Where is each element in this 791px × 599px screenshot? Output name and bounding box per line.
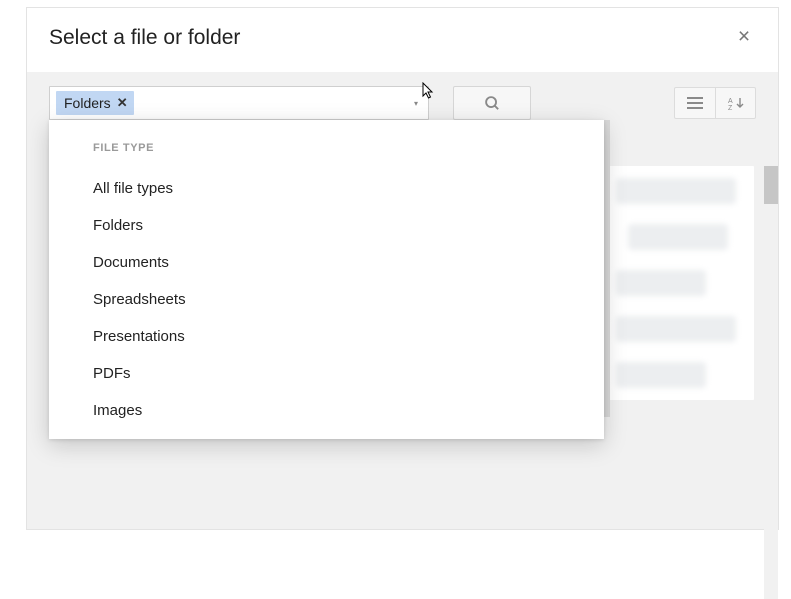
filter-chip-remove-icon[interactable]: ✕	[117, 95, 128, 111]
file-type-option[interactable]: Documents	[93, 244, 604, 281]
file-type-option[interactable]: All file types	[93, 170, 604, 207]
svg-text:Z: Z	[728, 105, 733, 110]
placeholder-line	[616, 316, 736, 342]
modal-header: Select a file or folder ×	[27, 8, 778, 72]
results-preview	[606, 166, 754, 400]
placeholder-line	[616, 178, 736, 204]
sort-az-icon: A Z	[727, 96, 745, 110]
sort-button[interactable]: A Z	[715, 88, 755, 118]
file-type-option[interactable]: Folders	[93, 207, 604, 244]
file-type-dropdown: FILE TYPE All file types Folders Documen…	[49, 120, 604, 439]
file-type-option[interactable]: Images	[93, 392, 604, 429]
toolbar-row: Folders ✕ ▾	[49, 86, 756, 120]
placeholder-line	[616, 270, 706, 296]
dropdown-edge-shadow	[604, 120, 610, 417]
file-type-option[interactable]: Spreadsheets	[93, 281, 604, 318]
svg-text:A: A	[728, 98, 733, 105]
search-icon	[484, 95, 501, 112]
filter-chip-label: Folders	[64, 95, 111, 111]
file-type-section: FILE TYPE All file types Folders Documen…	[49, 142, 604, 429]
scrollbar-thumb[interactable]	[764, 166, 778, 204]
file-type-option[interactable]: PDFs	[93, 355, 604, 392]
list-view-icon	[687, 97, 703, 109]
scrollbar-track[interactable]	[764, 166, 778, 599]
toolbar: Folders ✕ ▾	[27, 72, 778, 166]
close-button[interactable]: ×	[732, 26, 756, 50]
file-picker-modal: Select a file or folder × Folders ✕ ▾	[26, 7, 779, 530]
filter-chip[interactable]: Folders ✕	[56, 91, 134, 115]
placeholder-line	[616, 362, 706, 388]
filter-input[interactable]: Folders ✕ ▾	[49, 86, 429, 120]
search-button[interactable]	[453, 86, 531, 120]
placeholder-line	[628, 224, 728, 250]
section-label: FILE TYPE	[93, 142, 604, 154]
view-controls: A Z	[674, 87, 756, 119]
file-type-option[interactable]: Presentations	[93, 318, 604, 355]
list-view-button[interactable]	[675, 88, 715, 118]
modal-title: Select a file or folder	[49, 26, 240, 50]
chevron-down-icon[interactable]: ▾	[414, 99, 418, 108]
